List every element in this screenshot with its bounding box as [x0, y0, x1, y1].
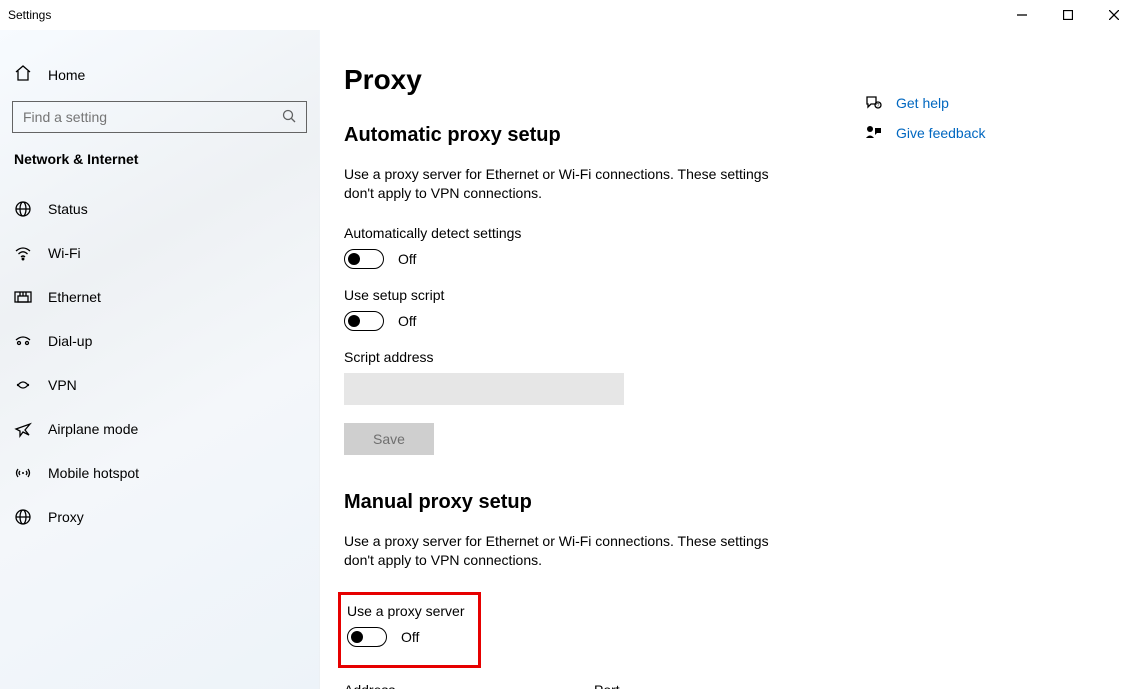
auto-description: Use a proxy server for Ethernet or Wi-Fi… [344, 165, 774, 203]
sidebar-item-status[interactable]: Status [0, 187, 319, 231]
use-script-toggle[interactable] [344, 311, 384, 331]
auto-heading: Automatic proxy setup [344, 124, 864, 147]
use-script-label: Use setup script [344, 287, 864, 303]
search-icon [282, 109, 296, 126]
status-icon [14, 200, 32, 218]
use-proxy-state: Off [401, 629, 419, 645]
hotspot-icon [14, 464, 32, 482]
sidebar-nav: Status Wi-Fi Ethernet Dial-up VPN Airpla… [0, 187, 319, 539]
port-label: Port [594, 682, 662, 689]
auto-detect-toggle[interactable] [344, 249, 384, 269]
script-address-label: Script address [344, 349, 864, 365]
sidebar-item-hotspot[interactable]: Mobile hotspot [0, 451, 319, 495]
svg-text:?: ? [877, 103, 880, 109]
vpn-icon [14, 376, 32, 394]
page-title: Proxy [344, 64, 864, 96]
window-title: Settings [0, 8, 51, 22]
use-proxy-label: Use a proxy server [347, 603, 464, 619]
dialup-icon [14, 332, 32, 350]
sidebar: Home Network & Internet Status Wi-Fi [0, 30, 320, 689]
minimize-icon [1017, 10, 1027, 20]
help-icon: ? [864, 94, 882, 112]
proxy-icon [14, 508, 32, 526]
close-button[interactable] [1091, 0, 1137, 30]
get-help-link[interactable]: ? Get help [864, 94, 1097, 112]
manual-heading: Manual proxy setup [344, 491, 864, 514]
close-icon [1109, 10, 1119, 20]
give-feedback-label: Give feedback [896, 125, 986, 141]
nav-home-label: Home [48, 67, 85, 83]
sidebar-item-label: Wi-Fi [48, 245, 81, 261]
nav-home[interactable]: Home [0, 58, 319, 101]
sidebar-item-wifi[interactable]: Wi-Fi [0, 231, 319, 275]
main-area: Home Network & Internet Status Wi-Fi [0, 30, 1137, 689]
sidebar-item-label: Dial-up [48, 333, 92, 349]
toggle-knob-icon [351, 631, 363, 643]
airplane-icon [14, 420, 32, 438]
sidebar-item-label: Airplane mode [48, 421, 138, 437]
get-help-label: Get help [896, 95, 949, 111]
sidebar-item-proxy[interactable]: Proxy [0, 495, 319, 539]
title-bar: Settings [0, 0, 1137, 30]
window-controls [999, 0, 1137, 30]
ethernet-icon [14, 288, 32, 306]
sidebar-item-dialup[interactable]: Dial-up [0, 319, 319, 363]
wifi-icon [14, 244, 32, 262]
content-pane: Proxy Automatic proxy setup Use a proxy … [320, 30, 1137, 689]
use-proxy-toggle[interactable] [347, 627, 387, 647]
sidebar-item-label: Ethernet [48, 289, 101, 305]
address-label: Address [344, 682, 524, 689]
search-input[interactable] [12, 101, 307, 133]
sidebar-item-label: VPN [48, 377, 77, 393]
script-address-input[interactable] [344, 373, 624, 405]
auto-detect-label: Automatically detect settings [344, 225, 864, 241]
address-port-row: Address Port [344, 682, 864, 689]
right-rail: ? Get help Give feedback [864, 64, 1097, 689]
sidebar-item-airplane[interactable]: Airplane mode [0, 407, 319, 451]
sidebar-item-vpn[interactable]: VPN [0, 363, 319, 407]
feedback-icon [864, 124, 882, 142]
sidebar-item-label: Proxy [48, 509, 84, 525]
highlight-annotation: Use a proxy server Off [338, 592, 481, 668]
content-center: Proxy Automatic proxy setup Use a proxy … [344, 64, 864, 689]
use-script-state: Off [398, 313, 416, 329]
toggle-knob-icon [348, 315, 360, 327]
minimize-button[interactable] [999, 0, 1045, 30]
auto-detect-state: Off [398, 251, 416, 267]
category-heading: Network & Internet [0, 151, 319, 187]
save-button[interactable]: Save [344, 423, 434, 455]
sidebar-item-label: Status [48, 201, 88, 217]
maximize-icon [1063, 10, 1073, 20]
toggle-knob-icon [348, 253, 360, 265]
home-icon [14, 64, 32, 85]
give-feedback-link[interactable]: Give feedback [864, 124, 1097, 142]
maximize-button[interactable] [1045, 0, 1091, 30]
manual-description: Use a proxy server for Ethernet or Wi-Fi… [344, 532, 774, 570]
sidebar-item-label: Mobile hotspot [48, 465, 139, 481]
sidebar-item-ethernet[interactable]: Ethernet [0, 275, 319, 319]
search-field[interactable] [23, 109, 282, 125]
